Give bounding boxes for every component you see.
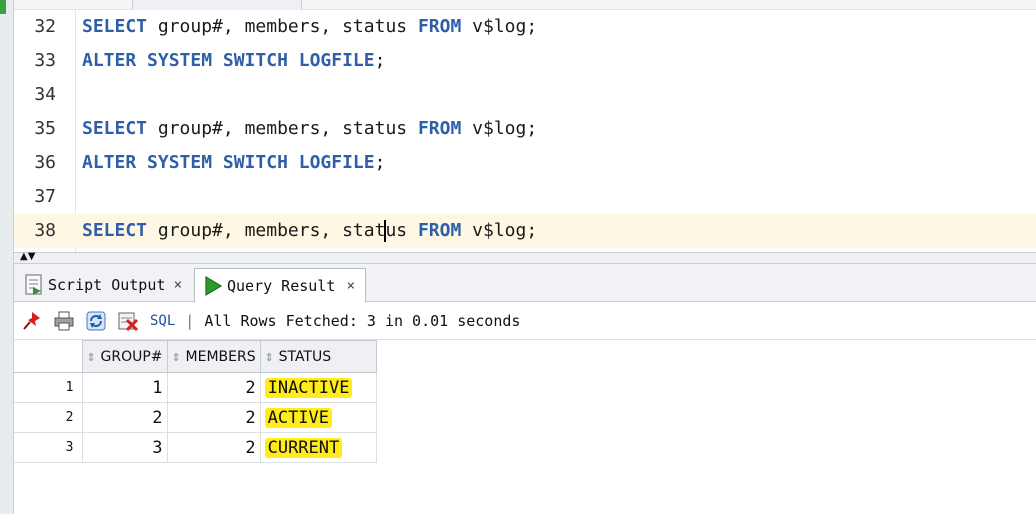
column-header-status[interactable]: ⇕ STATUS	[259, 340, 377, 373]
column-header-label: STATUS	[278, 348, 332, 365]
editor-tab-strip	[14, 0, 1036, 10]
row-number: 2	[14, 402, 83, 433]
code-fragment: group#, members, stat	[147, 220, 386, 241]
code-text: ALTER SYSTEM SWITCH LOGFILE;	[82, 146, 385, 180]
sort-icon: ⇕	[86, 350, 96, 364]
line-number: 34	[34, 84, 56, 105]
keyword: ALTER SYSTEM SWITCH LOGFILE	[82, 152, 375, 173]
code-fragment: us	[385, 220, 418, 241]
code-line-current[interactable]: 38 SELECT group#, members, status FROM v…	[14, 214, 1036, 248]
code-line[interactable]: 36 ALTER SYSTEM SWITCH LOGFILE;	[14, 146, 1036, 180]
table-row[interactable]: 3 3 2 CURRENT	[14, 432, 377, 463]
keyword: FROM	[417, 118, 462, 139]
code-text: ALTER SYSTEM SWITCH LOGFILE;	[82, 44, 385, 78]
output-tab-bar: Script Output × Query Result ×	[14, 264, 1036, 302]
status-value: ACTIVE	[264, 407, 333, 428]
close-icon[interactable]: ×	[345, 278, 357, 294]
sort-icon: ⇕	[171, 350, 181, 364]
keyword: SELECT	[82, 220, 148, 241]
line-number: 36	[34, 152, 56, 173]
cell-group[interactable]: 2	[81, 402, 168, 433]
close-icon[interactable]: ×	[172, 277, 184, 293]
code-fragment: v$log;	[461, 220, 538, 241]
line-number: 35	[34, 118, 56, 139]
sql-editor[interactable]: 32 SELECT group#, members, status FROM v…	[14, 0, 1036, 252]
result-table: ⇕ GROUP# ⇕ MEMBERS ⇕ STATUS 1 1 2 INACTIVE …	[14, 340, 377, 463]
column-header-label: GROUP#	[100, 348, 163, 365]
code-fragment: group#, members, status	[147, 118, 418, 139]
code-fragment: ;	[374, 152, 386, 173]
header-row: ⇕ GROUP# ⇕ MEMBERS ⇕ STATUS	[14, 340, 377, 373]
pane-splitter[interactable]: ▲▼	[14, 251, 1036, 264]
code-text: SELECT group#, members, status FROM v$lo…	[82, 112, 537, 146]
tab-label: Query Result	[227, 276, 336, 295]
keyword: SELECT	[82, 118, 148, 139]
result-toolbar: SQL | All Rows Fetched: 3 in 0.01 second…	[14, 302, 1036, 340]
column-header-group[interactable]: ⇕ GROUP#	[81, 340, 168, 373]
table-row[interactable]: 2 2 2 ACTIVE	[14, 402, 377, 433]
keyword: ALTER SYSTEM SWITCH LOGFILE	[82, 50, 375, 71]
row-number: 3	[14, 432, 83, 463]
tab-label: Script Output	[48, 276, 166, 294]
code-text: SELECT group#, members, status FROM v$lo…	[82, 10, 537, 44]
code-fragment: ;	[374, 50, 386, 71]
refresh-icon[interactable]	[84, 309, 108, 333]
row-number-header	[14, 340, 83, 373]
code-line[interactable]: 33 ALTER SYSTEM SWITCH LOGFILE;	[14, 44, 1036, 78]
code-line[interactable]: 37	[14, 180, 1036, 214]
clear-results-icon[interactable]	[116, 309, 140, 333]
script-document-icon	[24, 274, 44, 296]
run-triangle-icon	[203, 275, 223, 297]
keyword: FROM	[417, 220, 462, 241]
code-line[interactable]: 35 SELECT group#, members, status FROM v…	[14, 112, 1036, 146]
cell-status[interactable]: INACTIVE	[259, 372, 377, 403]
status-value: CURRENT	[264, 437, 343, 458]
splitter-arrows-icon[interactable]: ▲▼	[20, 251, 35, 263]
line-number: 38	[34, 220, 56, 241]
column-header-label: MEMBERS	[185, 348, 256, 365]
cell-group[interactable]: 1	[81, 372, 168, 403]
code-line[interactable]: 34	[14, 78, 1036, 112]
result-grid[interactable]: ⇕ GROUP# ⇕ MEMBERS ⇕ STATUS 1 1 2 INACTIVE …	[14, 340, 1036, 514]
tab-query-result[interactable]: Query Result ×	[194, 268, 366, 302]
editor-tab-stub[interactable]	[132, 0, 302, 10]
sql-button[interactable]: SQL	[150, 313, 175, 329]
cell-status[interactable]: ACTIVE	[259, 402, 377, 433]
code-fragment: v$log;	[461, 118, 538, 139]
code-fragment: v$log;	[461, 16, 538, 37]
status-value: INACTIVE	[264, 377, 353, 398]
cell-members[interactable]: 2	[166, 402, 261, 433]
cell-members[interactable]: 2	[166, 372, 261, 403]
tab-script-output[interactable]: Script Output ×	[16, 268, 192, 302]
row-number: 1	[14, 372, 83, 403]
line-number: 37	[34, 186, 56, 207]
sort-icon: ⇕	[264, 350, 274, 364]
pin-icon[interactable]	[20, 309, 44, 333]
column-header-members[interactable]: ⇕ MEMBERS	[166, 340, 261, 373]
code-line[interactable]: 32 SELECT group#, members, status FROM v…	[14, 10, 1036, 44]
cell-group[interactable]: 3	[81, 432, 168, 463]
cell-status[interactable]: CURRENT	[259, 432, 377, 463]
keyword: SELECT	[82, 16, 148, 37]
cell-members[interactable]: 2	[166, 432, 261, 463]
fetch-status-text: All Rows Fetched: 3 in 0.01 seconds	[204, 311, 521, 330]
active-marker	[0, 0, 6, 14]
code-fragment: group#, members, status	[147, 16, 418, 37]
keyword: FROM	[417, 16, 462, 37]
code-text: SELECT group#, members, status FROM v$lo…	[82, 214, 537, 248]
line-number: 33	[34, 50, 56, 71]
print-icon[interactable]	[52, 309, 76, 333]
window-left-edge	[0, 0, 14, 514]
table-row[interactable]: 1 1 2 INACTIVE	[14, 372, 377, 403]
toolbar-separator: |	[185, 311, 195, 330]
line-number: 32	[34, 16, 56, 37]
